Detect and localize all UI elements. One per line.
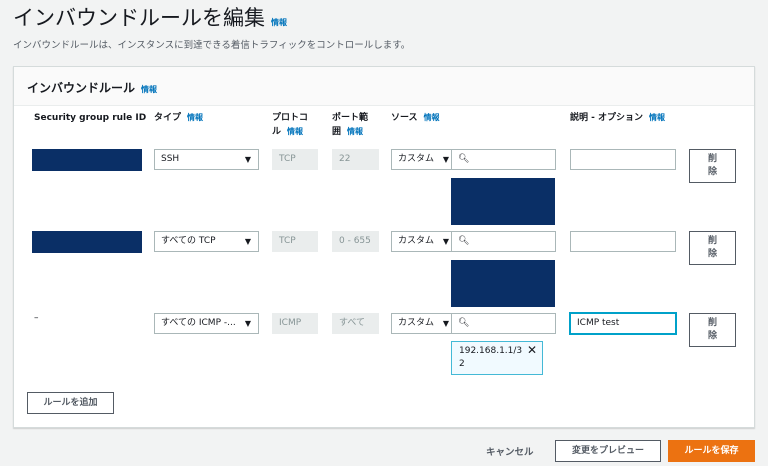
source-type-value: カスタム [398,236,435,246]
info-link[interactable]: 情報 [424,113,440,122]
redacted-rule-id [32,149,142,171]
info-link[interactable]: 情報 [649,113,665,122]
source-type-select[interactable]: カスタム ▼ [391,149,452,170]
save-rules-button[interactable]: ルールを保存 [668,440,755,462]
info-link[interactable]: 情報 [271,18,287,27]
type-value: すべての ICMP -... [161,318,236,328]
inbound-rules-panel: インバウンドルール 情報 Security group rule ID タイプ 情報… [13,66,755,428]
type-value: すべての TCP [161,236,216,246]
source-type-value: カスタム [398,154,435,164]
rule-id: – [34,313,39,323]
caret-down-icon: ▼ [244,155,251,164]
delete-button[interactable]: 削除 [689,149,736,183]
token-text: 192.168.1.1/3 [459,346,523,356]
port-field: 0 - 655 [332,231,379,252]
col-protocol-label: プロトコ [272,113,309,123]
close-icon[interactable]: ✕ [527,344,537,357]
redacted-source [451,260,555,307]
delete-label: 削 [707,154,717,164]
protocol-field: TCP [272,231,318,252]
col-port-label-2: 囲 [332,127,342,137]
col-protocol-label-2: ル [272,127,282,137]
delete-label-2: 除 [707,331,717,341]
cancel-button[interactable]: キャンセル [486,444,534,458]
source-search-input[interactable]: 🔍︎ [451,231,556,252]
col-header-id: Security group rule ID [34,113,147,123]
redacted-source [451,178,555,225]
col-header-protocol: プロトコル情報 [272,111,308,139]
col-source-label: ソース [391,113,418,123]
caret-down-icon: ▼ [244,319,251,328]
source-token: 192.168.1.1/3 ✕ 2 [451,341,543,375]
col-port-label: ポート範 [332,113,369,123]
search-icon: 🔍︎ [458,236,470,246]
description-input[interactable]: ICMP test [570,313,676,334]
page-title-text: インバウンドルールを編集 [13,6,265,30]
source-type-select[interactable]: カスタム ▼ [391,313,452,334]
type-select[interactable]: SSH ▼ [154,149,259,170]
info-link[interactable]: 情報 [287,127,303,136]
type-value: SSH [161,154,180,164]
info-link[interactable]: 情報 [141,85,157,94]
caret-down-icon: ▼ [442,237,449,246]
caret-down-icon: ▼ [244,237,251,246]
source-search-input[interactable]: 🔍︎ [451,313,556,334]
type-select[interactable]: すべての ICMP -... ▼ [154,313,259,334]
col-desc-label: 説明 - オプション [570,113,644,123]
source-type-select[interactable]: カスタム ▼ [391,231,452,252]
panel-title: インバウンドルール [27,81,136,95]
col-header-port: ポート範囲情報 [332,111,368,139]
source-type-value: カスタム [398,318,435,328]
caret-down-icon: ▼ [442,319,449,328]
info-link[interactable]: 情報 [187,113,203,122]
delete-label-2: 除 [707,167,717,177]
col-header-type: タイプ 情報 [154,111,203,125]
col-type-label: タイプ [154,113,182,123]
page-subtitle: インバウンドルールは、インスタンスに到達できる着信トラフィックをコントロールしま… [13,40,411,51]
redacted-rule-id [32,231,142,253]
col-header-source: ソース 情報 [391,111,440,125]
preview-changes-button[interactable]: 変更をプレビュー [555,440,661,462]
port-field: 22 [332,149,379,170]
delete-label: 削 [707,318,717,328]
info-link[interactable]: 情報 [347,127,363,136]
col-header-desc: 説明 - オプション 情報 [570,111,665,125]
type-select[interactable]: すべての TCP ▼ [154,231,259,252]
add-rule-button[interactable]: ルールを追加 [27,392,114,414]
search-icon: 🔍︎ [458,154,470,164]
caret-down-icon: ▼ [442,155,449,164]
source-search-input[interactable]: 🔍︎ [451,149,556,170]
description-input[interactable] [570,149,676,170]
description-input[interactable] [570,231,676,252]
delete-button[interactable]: 削除 [689,231,736,265]
page-title: インバウンドルールを編集 情報 [13,2,287,32]
protocol-field: ICMP [272,313,318,334]
port-field: すべて [332,313,379,334]
protocol-field: TCP [272,149,318,170]
panel-header: インバウンドルール 情報 [14,67,754,106]
delete-button[interactable]: 削除 [689,313,736,347]
delete-label: 削 [707,236,717,246]
search-icon: 🔍︎ [458,318,470,328]
token-text-2: 2 [459,359,465,369]
delete-label-2: 除 [707,249,717,259]
